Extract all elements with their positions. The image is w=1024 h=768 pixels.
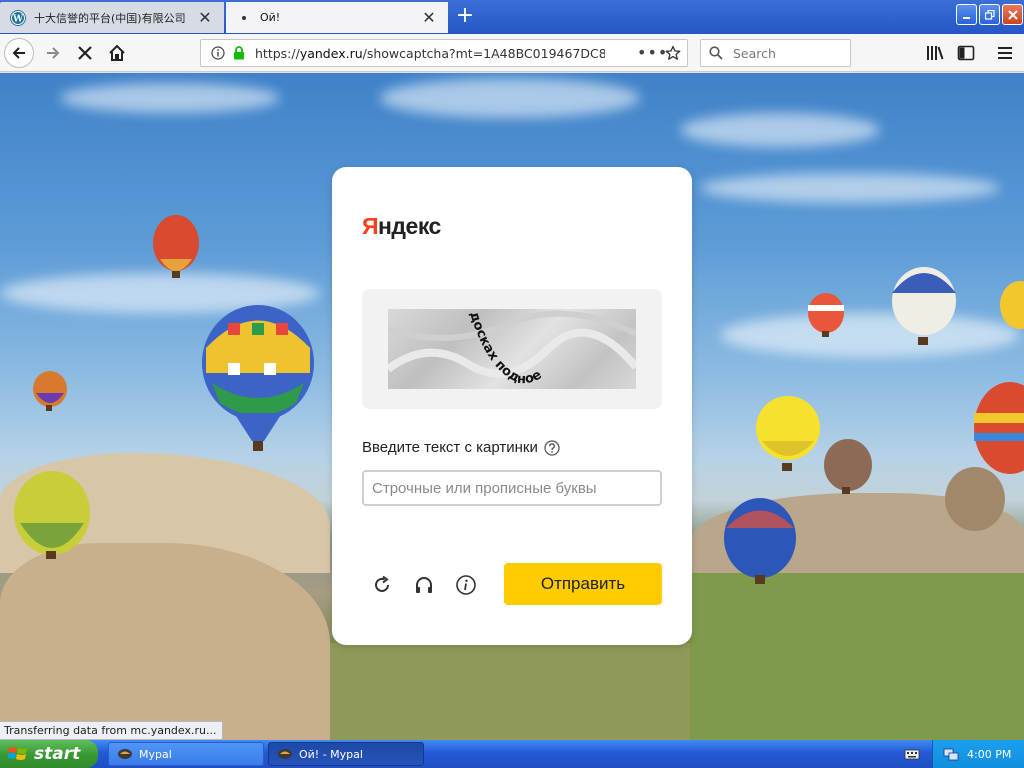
- site-info-icon[interactable]: [207, 46, 229, 60]
- refresh-icon: [375, 575, 389, 592]
- balloon-yellow-green: [14, 471, 90, 559]
- menu-icon: [998, 47, 1012, 59]
- mypal-icon: [118, 749, 132, 759]
- captcha-answer-input[interactable]: [362, 470, 662, 506]
- address-bar[interactable]: https://yandex.ru/showcaptcha?mt=1A48BC0…: [200, 39, 688, 67]
- tab-strip: W 十大信誉的平台(中国)有限公司 ✕ Ой! ✕ +: [0, 0, 1024, 34]
- home-button[interactable]: [102, 38, 132, 68]
- balloon-yellow-edge: [1000, 281, 1024, 329]
- captcha-image: досках подное: [388, 309, 636, 389]
- close-tab-icon[interactable]: ✕: [196, 8, 214, 27]
- yandex-logo: Яндекс: [362, 213, 441, 240]
- forward-arrow-icon: [47, 47, 60, 59]
- balloon-blue-white: [892, 267, 956, 345]
- balloon-brown: [824, 439, 872, 494]
- taskbar-item-mypal[interactable]: Mypal: [108, 742, 264, 766]
- restore-icon: [984, 9, 995, 20]
- url-path: /showcaptcha?mt=1A48BC019467DC887B7: [362, 45, 605, 61]
- stop-button[interactable]: [70, 38, 100, 68]
- captcha-prompt-label: Введите текст с картинки: [362, 439, 538, 456]
- minimize-button[interactable]: [956, 4, 977, 25]
- refresh-captcha-button[interactable]: [370, 573, 394, 597]
- balloon-yellow: [756, 396, 820, 471]
- captcha-prompt-row: Введите текст с картинки: [362, 439, 560, 456]
- hamburger-menu-button[interactable]: [990, 38, 1020, 68]
- url-scheme: https://: [255, 45, 300, 61]
- captcha-text: досках подное: [466, 310, 544, 387]
- clock[interactable]: 4:00 PM: [967, 748, 1011, 761]
- balloon-red: [153, 215, 199, 278]
- search-icon: [709, 46, 725, 60]
- taskbar: start Mypal Ой! - Mypal 4:00 PM: [0, 740, 1024, 768]
- navigation-toolbar: https://yandex.ru/showcaptcha?mt=1A48BC0…: [0, 34, 1024, 72]
- task-label: Mypal: [139, 747, 172, 761]
- minimize-icon: [962, 16, 970, 19]
- balloon-striped: [808, 293, 844, 337]
- wordpress-icon: W: [10, 9, 26, 26]
- help-question-icon[interactable]: [544, 439, 560, 456]
- loading-dot-icon: [236, 10, 252, 26]
- svg-text:W: W: [12, 14, 24, 24]
- logo-rest: ндекс: [378, 213, 441, 239]
- network-icon[interactable]: [943, 747, 959, 761]
- close-window-button[interactable]: [1002, 4, 1023, 25]
- new-tab-button[interactable]: +: [454, 5, 476, 28]
- submit-button[interactable]: Отправить: [504, 563, 662, 605]
- page-actions-icon[interactable]: •••: [637, 43, 667, 63]
- start-label: start: [34, 744, 81, 764]
- start-button[interactable]: start: [0, 740, 98, 768]
- tab-yandex-captcha[interactable]: Ой! ✕: [226, 2, 448, 33]
- bookmark-star-icon[interactable]: [663, 43, 683, 63]
- captcha-info-button[interactable]: [454, 573, 478, 597]
- task-label: Ой! - Mypal: [299, 747, 363, 761]
- maximize-button[interactable]: [979, 4, 1000, 25]
- balloon-tan: [945, 467, 1005, 531]
- sidebar-toggle-button[interactable]: [951, 38, 981, 68]
- balloon-blue-red: [724, 498, 796, 584]
- windows-logo-icon: [8, 747, 27, 760]
- close-tab-icon[interactable]: ✕: [420, 8, 438, 27]
- back-arrow-icon: [12, 47, 25, 59]
- url-host: yandex.ru: [299, 45, 363, 61]
- back-button[interactable]: [4, 38, 34, 68]
- tab-title: 十大信誉的平台(中国)有限公司: [34, 11, 186, 25]
- balloon-orange-small: [33, 371, 67, 411]
- logo-first-letter: Я: [362, 213, 379, 239]
- captcha-card: Яндекс досках подное Введите текст с кар…: [332, 167, 692, 645]
- page-viewport: Яндекс досках подное Введите текст с кар…: [0, 73, 1024, 740]
- tab-wordpress-site[interactable]: W 十大信誉的平台(中国)有限公司 ✕: [0, 2, 224, 33]
- url-text[interactable]: https://yandex.ru/showcaptcha?mt=1A48BC0…: [255, 46, 605, 61]
- tab-title: Ой!: [260, 11, 281, 24]
- library-icon: [927, 46, 944, 60]
- taskbar-item-mypal-active[interactable]: Ой! - Mypal: [268, 742, 424, 766]
- library-button[interactable]: [920, 38, 950, 68]
- balloon-multicolor-large: [202, 305, 314, 451]
- system-tray: 4:00 PM: [932, 740, 1024, 768]
- headphones-icon: [416, 577, 432, 593]
- forward-button[interactable]: [38, 38, 68, 68]
- close-icon: [1007, 9, 1018, 20]
- audio-captcha-button[interactable]: [412, 573, 436, 597]
- sidebar-icon: [957, 45, 975, 61]
- status-text: Transferring data from mc.yandex.ru...: [0, 721, 224, 740]
- lock-icon: [231, 46, 247, 60]
- balloon-rainbow: [974, 382, 1024, 474]
- keyboard-icon[interactable]: [904, 747, 920, 761]
- search-bar[interactable]: [700, 39, 851, 67]
- home-icon: [109, 44, 125, 61]
- info-icon: [456, 575, 476, 595]
- svg-text:досках подное: досках подное: [466, 310, 544, 387]
- search-input[interactable]: [733, 45, 843, 61]
- mypal-icon: [278, 749, 292, 759]
- stop-icon: [78, 46, 92, 60]
- captcha-image-container: досках подное: [362, 289, 662, 409]
